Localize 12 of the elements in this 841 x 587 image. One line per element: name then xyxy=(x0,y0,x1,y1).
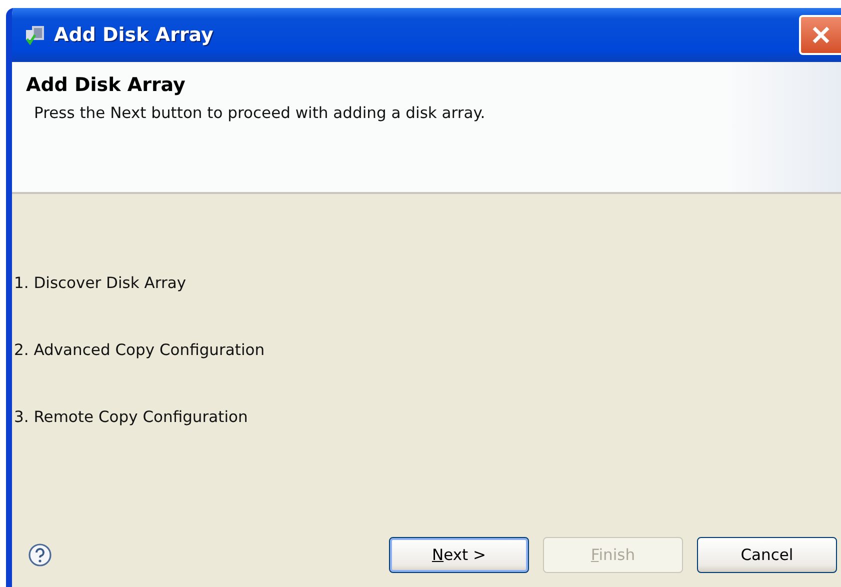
step-label: 3. Remote Copy Configuration xyxy=(14,408,249,426)
header-title: Add Disk Array xyxy=(26,74,186,96)
help-icon[interactable] xyxy=(28,543,52,567)
step-label: 1. Discover Disk Array xyxy=(14,274,188,292)
next-button[interactable]: Next > xyxy=(389,537,529,573)
cancel-button[interactable]: Cancel xyxy=(697,537,837,573)
header-description: Press the Next button to proceed with adding a disk array. xyxy=(34,104,486,122)
close-button[interactable] xyxy=(799,15,841,55)
close-icon xyxy=(810,24,832,46)
step-label: 2. Advanced Copy Configuration xyxy=(14,341,266,359)
window-title: Add Disk Array xyxy=(54,24,214,46)
disk-array-icon xyxy=(24,24,46,46)
